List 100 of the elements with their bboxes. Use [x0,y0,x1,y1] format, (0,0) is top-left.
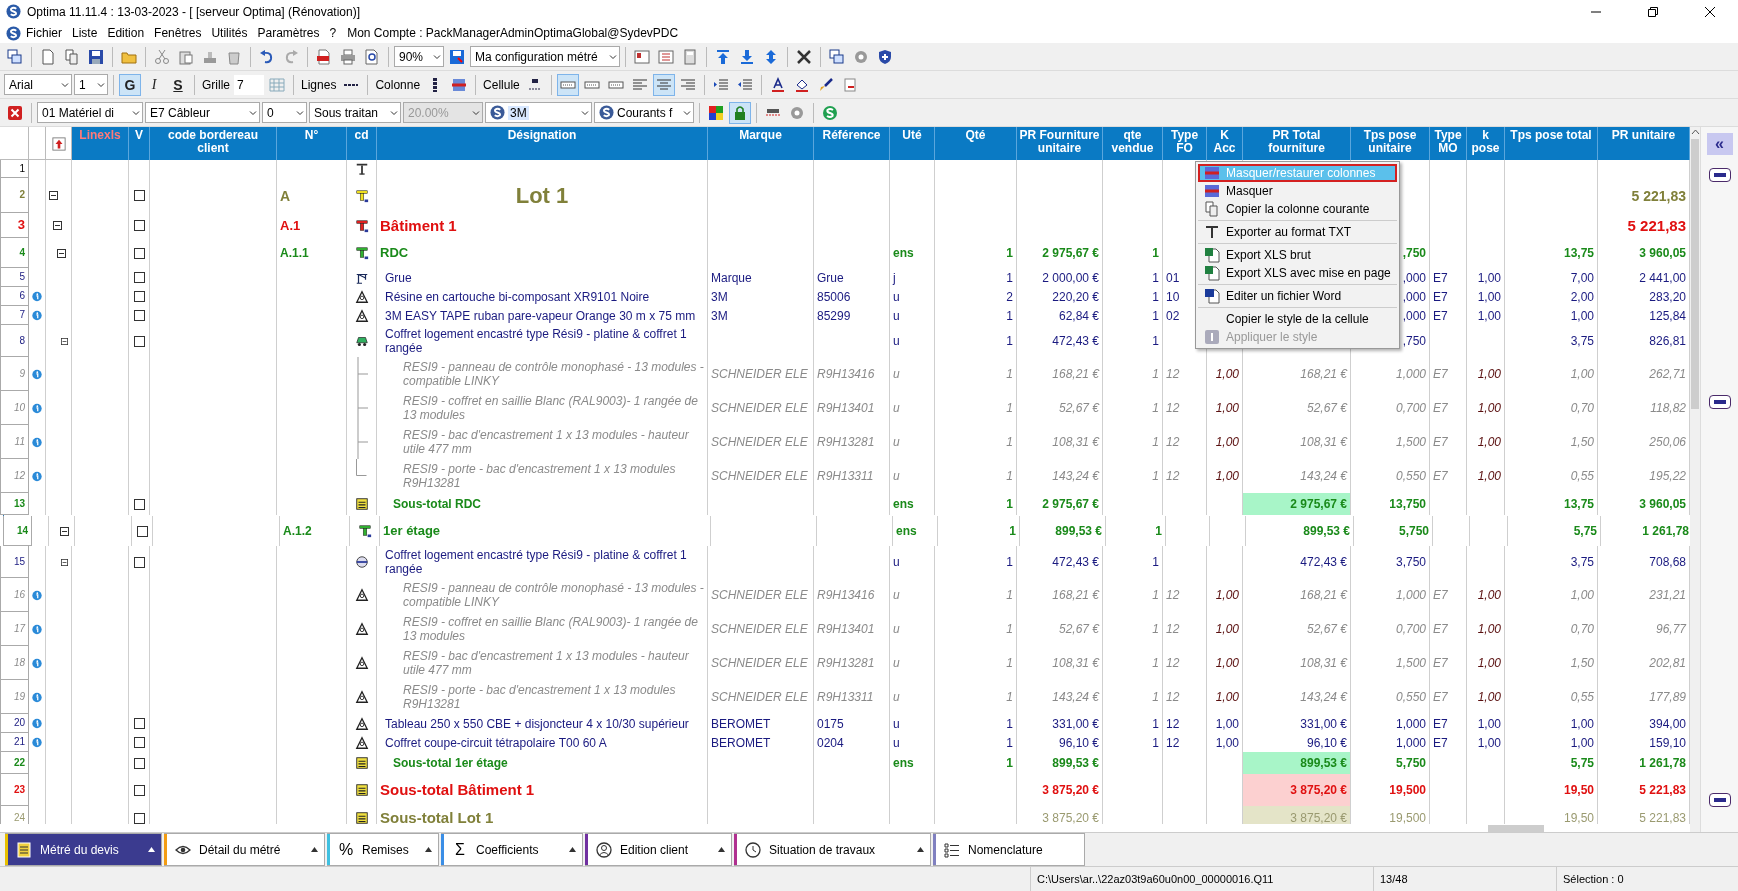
menu-item[interactable]: Copier la colonne courante [1198,200,1397,218]
checkbox[interactable] [133,784,145,796]
column-header[interactable]: cd [347,127,377,160]
table-cell: 1,00 [1207,680,1243,714]
tab[interactable]: Situation de travaux [734,833,931,866]
tab-label[interactable]: Coefficients [476,842,561,857]
format-button[interactable]: S [167,73,189,96]
checkbox[interactable] [133,737,145,748]
column-header[interactable]: qte vendue [1103,127,1163,160]
tab-label[interactable]: Edition client [620,842,710,857]
filter-dropdown[interactable]: 3M [485,102,592,123]
column-header[interactable]: PR Total fourniture [1243,127,1351,160]
column-header[interactable]: Qté [935,127,1017,160]
menu-item[interactable]: Editer un fichier Word [1198,287,1397,305]
column-header[interactable]: K Acc [1207,127,1243,160]
collapse-button[interactable] [1708,168,1731,182]
column-header[interactable]: Référence [814,127,890,160]
column-header[interactable]: Tps pose unitaire [1351,127,1430,160]
menu-item[interactable]: Utilités [206,26,253,40]
tab[interactable]: Métré du devis [5,833,162,866]
tab[interactable]: Nomenclature [933,833,1085,866]
menu-item[interactable]: Liste [67,26,103,40]
collapse-toggle[interactable] [61,336,68,346]
line-style-icon[interactable] [556,73,579,96]
tab-label[interactable]: Détail du métré [199,842,303,857]
format-button[interactable]: G [119,73,141,96]
collapse-button[interactable] [1708,793,1731,807]
filter-dropdown[interactable]: Sous traitan [309,102,401,123]
filter-dropdown[interactable]: Courants f [594,102,694,123]
filter-dropdown[interactable]: 0 [262,102,307,123]
menu-item[interactable]: Fichier [21,26,67,40]
collapse-button[interactable] [1708,395,1731,409]
tab-label[interactable]: Nomenclature [968,842,1078,857]
column-header[interactable]: Désignation [377,127,708,160]
collapse-toggle[interactable] [49,191,58,200]
column-header[interactable]: N° [277,127,347,160]
column-header[interactable]: k pose [1467,127,1505,160]
tab-label[interactable]: Remises [362,842,417,857]
restore-icon[interactable] [1647,6,1658,17]
column-header[interactable]: Tps pose total [1505,127,1598,160]
collapse-toggle[interactable] [61,557,68,567]
collapse-panel-button[interactable]: « [1706,133,1733,155]
close-icon[interactable] [1704,6,1715,17]
menu-item[interactable]: Fenêtres [149,26,207,40]
collapse-toggle[interactable] [53,221,62,230]
checkbox[interactable] [133,812,145,824]
menu-item[interactable]: Export XLS avec mise en page [1198,264,1397,282]
tab[interactable]: Détail du métré [164,833,325,866]
collapse-toggle[interactable] [57,248,66,258]
checkbox[interactable] [133,247,145,259]
font-size-dropdown[interactable]: 1 [74,74,108,95]
menu-item[interactable]: Edition [102,26,150,40]
checkbox[interactable] [133,272,145,283]
column-header[interactable]: PR Fourniture unitaire [1017,127,1103,160]
checkbox[interactable] [133,757,145,769]
format-button[interactable]: I [143,73,165,96]
checkbox[interactable] [133,718,145,729]
tab[interactable]: Edition client [585,833,732,866]
menu-item[interactable]: Masquer [1198,182,1397,200]
checkbox[interactable] [136,525,148,537]
checkbox[interactable] [133,220,145,231]
column-header[interactable]: Type MO [1430,127,1467,160]
checkbox[interactable] [133,335,145,347]
table-cell: 52,67 € [1243,612,1351,646]
column-header[interactable]: Type FO [1163,127,1207,160]
menu-item[interactable]: Paramètres [252,26,325,40]
column-header[interactable]: Marque [708,127,814,160]
tab[interactable]: % Remises [327,833,439,866]
column-header[interactable]: code bordereau client [150,127,277,160]
scrollbar-thumb[interactable] [1691,139,1699,409]
checkbox[interactable] [133,190,145,201]
scrollbar-thumb[interactable] [1488,824,1544,832]
menu-item[interactable]: Exporter au format TXT [1198,223,1397,241]
info-icon[interactable] [32,735,42,750]
checkbox[interactable] [133,556,145,568]
menu-item[interactable]: Export XLS brut [1198,246,1397,264]
menu-item[interactable]: ? [324,26,342,40]
tab-label[interactable]: Métré du devis [40,842,140,857]
align-center-icon[interactable] [652,73,675,96]
info-icon[interactable] [32,289,42,304]
tab[interactable]: Σ Coefficients [441,833,583,866]
column-header[interactable]: V [129,127,150,160]
checkbox[interactable] [133,291,145,302]
filter-dropdown[interactable]: E7 Câbleur [145,102,260,123]
checkbox[interactable] [133,310,145,321]
checkbox[interactable] [133,498,145,510]
tab-label[interactable]: Situation de travaux [769,842,909,857]
scroll-up-icon[interactable] [1690,127,1700,137]
export-icon[interactable] [51,137,66,151]
font-dropdown[interactable]: Arial [4,74,72,95]
configuration-dropdown[interactable]: Ma configuration métré [470,46,620,67]
column-header[interactable]: Uté [890,127,935,160]
zoom-dropdown[interactable]: 90% [394,46,444,67]
collapse-toggle[interactable] [60,526,69,536]
grid-field[interactable]: 7 [234,74,264,95]
filter-dropdown[interactable]: 01 Matériel di [37,102,143,123]
info-icon[interactable] [32,716,42,731]
info-icon[interactable] [32,308,42,323]
column-header[interactable]: PR unitaire [1598,127,1690,160]
lock-icon[interactable] [729,101,751,124]
